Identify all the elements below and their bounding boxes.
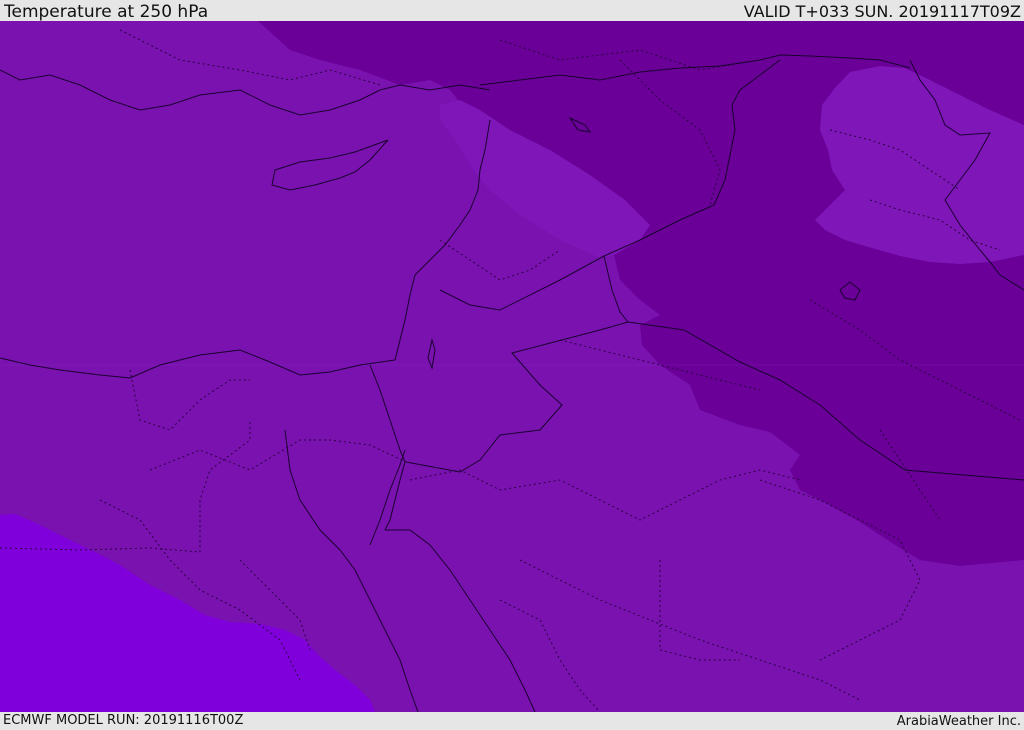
header-bar: Temperature at 250 hPa VALID T+033 SUN. … <box>0 0 1024 22</box>
map-title: Temperature at 250 hPa <box>4 2 209 22</box>
footer-bar: ECMWF MODEL RUN: 20191116T00Z ArabiaWeat… <box>0 712 1024 729</box>
model-run-label: ECMWF MODEL RUN: 20191116T00Z <box>3 713 244 728</box>
credit-label: ArabiaWeather Inc. <box>896 714 1021 729</box>
valid-time: VALID T+033 SUN. 20191117T09Z <box>743 2 1021 21</box>
weather-map[interactable] <box>0 21 1024 712</box>
